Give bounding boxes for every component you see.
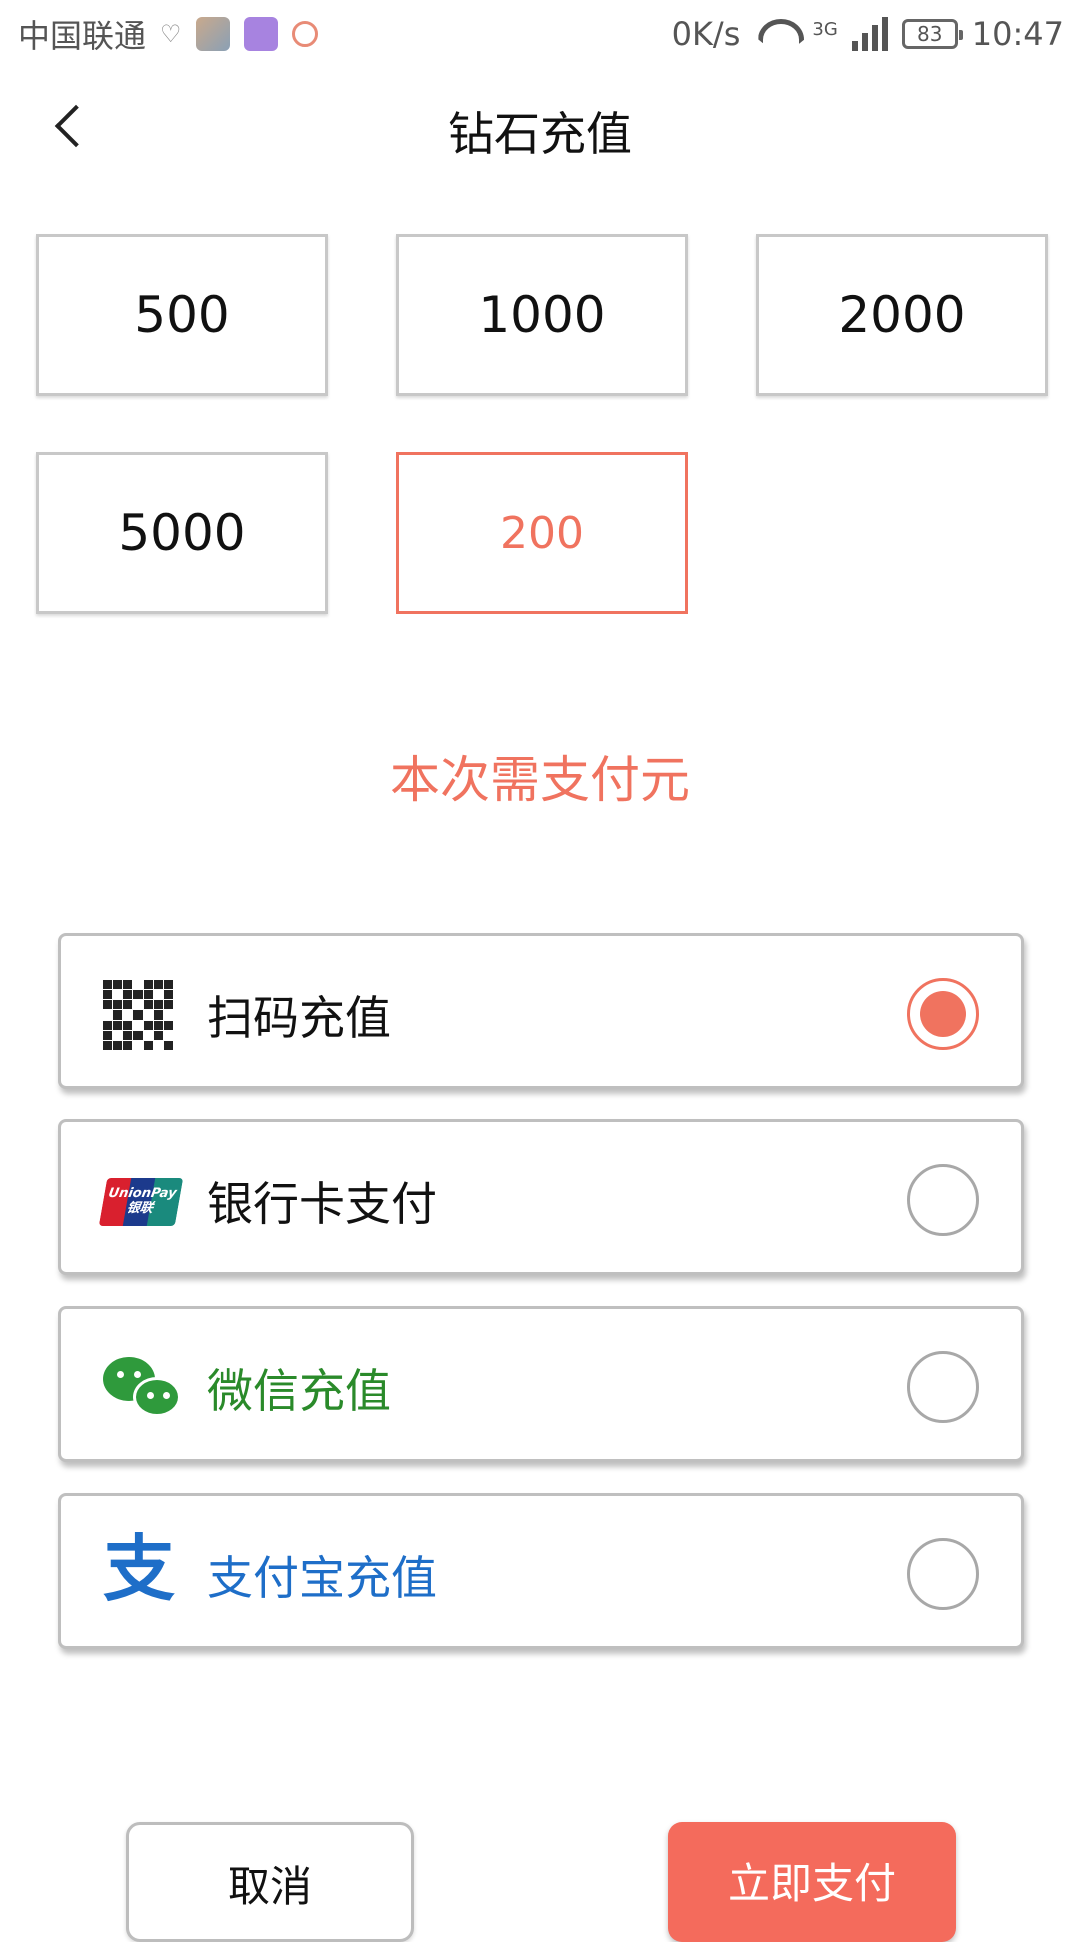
- status-bar: 中国联通 ♡ 0K/s 3G 83 10:47: [0, 0, 1080, 68]
- alipay-glyph: 支: [103, 1527, 176, 1611]
- payment-method-wechat[interactable]: 微信充值: [58, 1306, 1024, 1462]
- title-bar: 钻石充值: [0, 78, 1080, 174]
- alipay-icon: 支: [103, 1533, 179, 1610]
- wifi-icon: [754, 17, 798, 51]
- radio-unselected[interactable]: [907, 1164, 979, 1236]
- payment-method-qr[interactable]: 扫码充值: [58, 933, 1024, 1089]
- cancel-button[interactable]: 取消: [126, 1822, 414, 1942]
- payment-method-label: 扫码充值: [207, 991, 391, 1045]
- battery-icon: 83: [901, 19, 963, 49]
- status-bar-right: 0K/s 3G 83 10:47: [672, 15, 1064, 53]
- heart-icon: ♡: [160, 20, 182, 48]
- payment-method-label: 银行卡支付: [207, 1177, 437, 1231]
- payment-summary: 本次需支付元: [390, 751, 690, 809]
- amount-option-1000[interactable]: 1000: [396, 234, 688, 396]
- payment-method-label: 微信充值: [207, 1364, 391, 1418]
- status-bar-left: 中国联通 ♡: [18, 11, 318, 57]
- network-type: 3G: [812, 19, 838, 40]
- amount-option-2000[interactable]: 2000: [756, 234, 1048, 396]
- clock: 10:47: [971, 15, 1064, 53]
- unionpay-logo-cn: 银联: [125, 1201, 155, 1216]
- radio-selected[interactable]: [907, 978, 979, 1050]
- gallery-app-icon: [195, 17, 230, 51]
- payment-method-bankcard[interactable]: UnionPay 银联 银行卡支付: [58, 1119, 1024, 1275]
- network-speed: 0K/s: [671, 15, 741, 53]
- signal-icon: [851, 17, 888, 51]
- pay-now-button[interactable]: 立即支付: [668, 1822, 956, 1942]
- custom-amount-input[interactable]: 200: [396, 452, 688, 614]
- page-title: 钻石充值: [448, 107, 632, 161]
- amount-option-5000[interactable]: 5000: [36, 452, 328, 614]
- photo-app-icon: [243, 17, 278, 51]
- unionpay-icon: UnionPay 银联: [98, 1166, 184, 1236]
- battery-level: 83: [917, 22, 943, 46]
- qr-code-icon: [103, 980, 179, 1050]
- wechat-icon: [103, 1353, 181, 1423]
- radio-unselected[interactable]: [907, 1351, 979, 1423]
- amount-option-500[interactable]: 500: [36, 234, 328, 396]
- payment-method-alipay[interactable]: 支 支付宝充值: [58, 1493, 1024, 1649]
- payment-method-label: 支付宝充值: [207, 1551, 437, 1605]
- carrier-name: 中国联通: [18, 17, 147, 55]
- radio-unselected[interactable]: [907, 1538, 979, 1610]
- unionpay-logo-text: UnionPay: [107, 1186, 178, 1201]
- notification-app-icon: [291, 21, 318, 47]
